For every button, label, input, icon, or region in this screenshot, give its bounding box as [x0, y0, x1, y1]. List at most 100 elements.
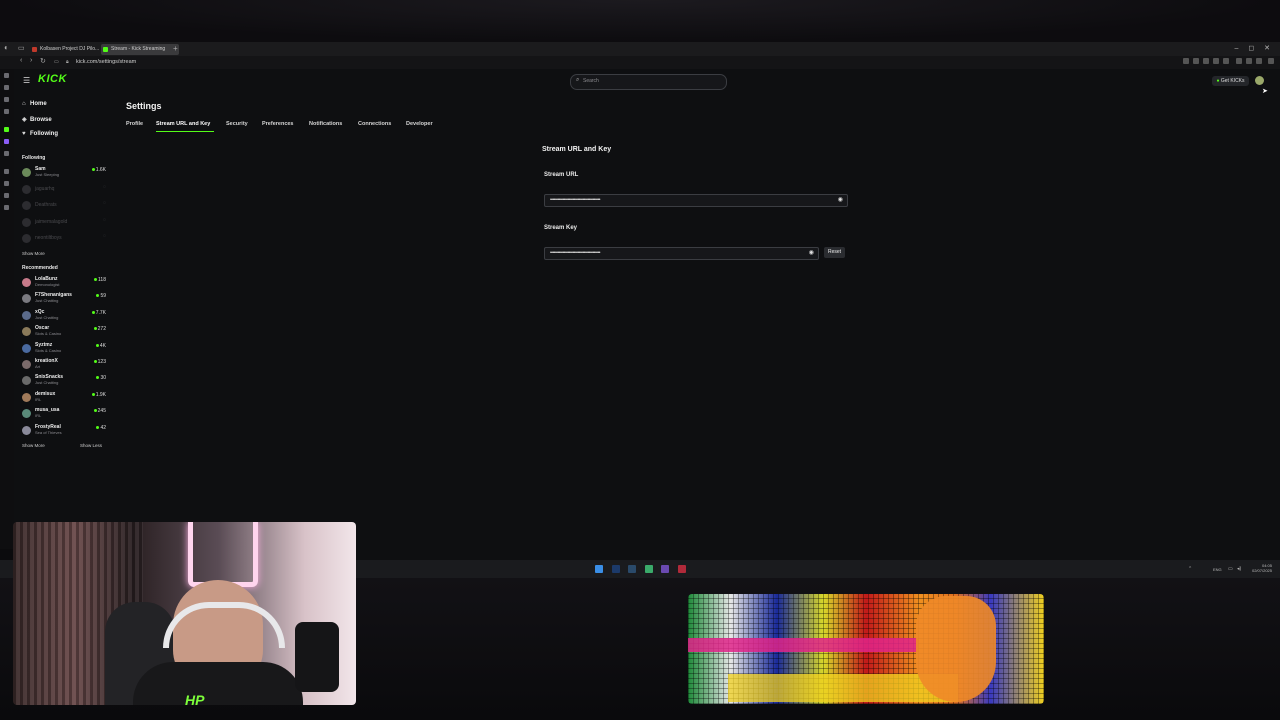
- forward-icon[interactable]: ›: [30, 57, 32, 64]
- settings-icon[interactable]: [4, 205, 9, 210]
- stream-key-label: Stream Key: [544, 225, 578, 231]
- back-icon[interactable]: ‹: [20, 57, 22, 64]
- reset-key-button[interactable]: Reset: [824, 247, 845, 258]
- following-channel-item[interactable]: Sam Just Sleeping 1.6K: [22, 166, 106, 180]
- tray-expand-icon[interactable]: ⌃: [1188, 566, 1192, 572]
- language-indicator[interactable]: ENG: [1213, 567, 1222, 572]
- stream-key-field[interactable]: ••••••••••••••••••••••••••••••••••••••••…: [544, 247, 819, 260]
- tab-favicon-icon: [32, 47, 37, 52]
- pixel-art-band: [688, 638, 918, 652]
- profile-icon[interactable]: [1256, 58, 1262, 64]
- menu-icon[interactable]: [1268, 58, 1274, 64]
- site-settings-icon[interactable]: ▭: [54, 59, 59, 65]
- following-channel-item[interactable]: jaimemalagold ◌: [22, 216, 106, 230]
- mouse-cursor-icon: ➤: [1262, 88, 1268, 95]
- sidebar-item-home[interactable]: ⌂ Home: [22, 101, 47, 107]
- recommended-channel-item[interactable]: LolaBunz Demonologist 118: [22, 276, 106, 290]
- show-key-eye-icon[interactable]: ◉: [809, 248, 814, 259]
- tab-profile[interactable]: Profile: [126, 121, 143, 127]
- following-channel-item[interactable]: jaguarhq ◌: [22, 183, 106, 197]
- recommended-show-less-link[interactable]: Show Less: [80, 443, 102, 448]
- following-channel-item[interactable]: Deathrats ◌: [22, 199, 106, 213]
- shield-icon[interactable]: [1203, 58, 1209, 64]
- recommended-channel-item[interactable]: demisux IRL 1.9K: [22, 391, 106, 405]
- tab-preferences[interactable]: Preferences: [262, 121, 294, 127]
- viewer-count: 272: [93, 326, 106, 332]
- live-dot-icon: [96, 426, 100, 430]
- channel-avatar: [22, 168, 31, 177]
- channel-category: Sea of Thieves: [35, 430, 62, 435]
- recommended-channel-item[interactable]: Syztmz Slots & Casino 4K: [22, 342, 106, 356]
- extension-icon[interactable]: [1193, 58, 1199, 64]
- viewer-count-value: 123: [97, 359, 106, 365]
- app-icon[interactable]: [645, 565, 653, 573]
- reload-icon[interactable]: ↻: [40, 57, 46, 65]
- hamburger-menu-icon[interactable]: ☰: [23, 76, 30, 85]
- user-avatar[interactable]: [1255, 76, 1264, 85]
- chat-icon[interactable]: [4, 97, 9, 102]
- twitch-icon[interactable]: [4, 139, 9, 144]
- channel-avatar: [22, 234, 31, 243]
- play-icon[interactable]: [1213, 58, 1219, 64]
- download-icon[interactable]: [1246, 58, 1252, 64]
- steam-icon[interactable]: [628, 565, 636, 573]
- download-icon[interactable]: [4, 181, 9, 186]
- show-url-eye-icon[interactable]: ◉: [838, 195, 843, 206]
- home-icon: ⌂: [22, 101, 26, 107]
- kick-logo[interactable]: KICK: [38, 73, 67, 85]
- network-icon[interactable]: ▭: [1228, 566, 1233, 572]
- window-controls[interactable]: – ◻ ✕: [1235, 44, 1274, 52]
- bookmark-icon[interactable]: [4, 85, 9, 90]
- recommended-channel-item[interactable]: musa_usa IRL 245: [22, 407, 106, 421]
- kick-page: [14, 69, 1280, 560]
- tab-stream-url-and-key[interactable]: Stream URL and Key: [156, 121, 210, 127]
- tab-connections[interactable]: Connections: [358, 121, 391, 127]
- offline-icon: ◌: [103, 233, 106, 239]
- lock-icon[interactable]: 🔒︎: [66, 59, 69, 65]
- viewer-count: 1.6K: [91, 167, 106, 173]
- notes-icon[interactable]: [4, 193, 9, 198]
- extension-icon[interactable]: [1183, 58, 1189, 64]
- browser-tab-kolbasen[interactable]: Kolbasen Project DJ Pilo...: [30, 44, 106, 55]
- recommended-channel-item[interactable]: kreationX Art 123: [22, 358, 106, 372]
- browser-tab-kick[interactable]: Stream - Kick Streaming: [101, 44, 179, 55]
- recommended-channel-item[interactable]: xQc Just Chatting 7.7K: [22, 309, 106, 323]
- recommended-channel-item[interactable]: Oscar Slots & Casino 272: [22, 325, 106, 339]
- clock[interactable]: 04:05 02/07/2025: [1252, 563, 1272, 573]
- start-icon[interactable]: [595, 565, 603, 573]
- x-icon[interactable]: [4, 151, 9, 156]
- recommended-show-more-link[interactable]: Show More: [22, 443, 45, 448]
- get-kicks-button[interactable]: ● Get KICKs: [1212, 76, 1249, 86]
- clock-icon[interactable]: [4, 169, 9, 174]
- following-show-more-link[interactable]: Show More: [22, 251, 45, 256]
- browser-menu-icon[interactable]: ◐: [4, 43, 9, 52]
- recommended-channel-item[interactable]: FrostyReal Sea of Thieves 42: [22, 424, 106, 438]
- heart-icon[interactable]: [1223, 58, 1229, 64]
- opera-icon[interactable]: [678, 565, 686, 573]
- tab-developer[interactable]: Developer: [406, 121, 433, 127]
- tab-actions-icon[interactable]: ▭: [18, 44, 25, 52]
- new-tab-button[interactable]: +: [173, 44, 178, 54]
- discord-icon[interactable]: [661, 565, 669, 573]
- stream-key-value: ••••••••••••••••••••••••••••••••••••••••: [550, 250, 601, 256]
- sidebar-item-browse[interactable]: ◈ Browse: [22, 116, 52, 123]
- offline-icon: ◌: [103, 217, 106, 223]
- history-icon[interactable]: [4, 73, 9, 78]
- search-input[interactable]: ⌕ Search: [570, 74, 727, 90]
- streamer-body: [133, 662, 303, 705]
- volume-icon[interactable]: ◂): [1237, 566, 1241, 572]
- sidebar-item-label: Following: [30, 131, 58, 137]
- sidebar-item-following[interactable]: ♥ Following: [22, 131, 58, 137]
- tab-security[interactable]: Security: [226, 121, 248, 127]
- following-channel-item[interactable]: neontiltboys ◌: [22, 232, 106, 246]
- extension-icon[interactable]: [1236, 58, 1242, 64]
- tab-notifications[interactable]: Notifications: [309, 121, 342, 127]
- stream-url-field[interactable]: ••••••••••••••••••••••••••••••••••••••••…: [544, 194, 848, 207]
- photoshop-icon[interactable]: [612, 565, 620, 573]
- kick-icon[interactable]: [4, 127, 9, 132]
- kick-favicon-icon: [103, 47, 108, 52]
- recommended-channel-item[interactable]: SnixSnacks Just Chatting 30: [22, 374, 106, 388]
- wallet-icon[interactable]: [4, 109, 9, 114]
- recommended-channel-item[interactable]: F7Shenanigans Just Chatting 59: [22, 292, 106, 306]
- url-field[interactable]: kick.com/settings/stream: [76, 57, 136, 68]
